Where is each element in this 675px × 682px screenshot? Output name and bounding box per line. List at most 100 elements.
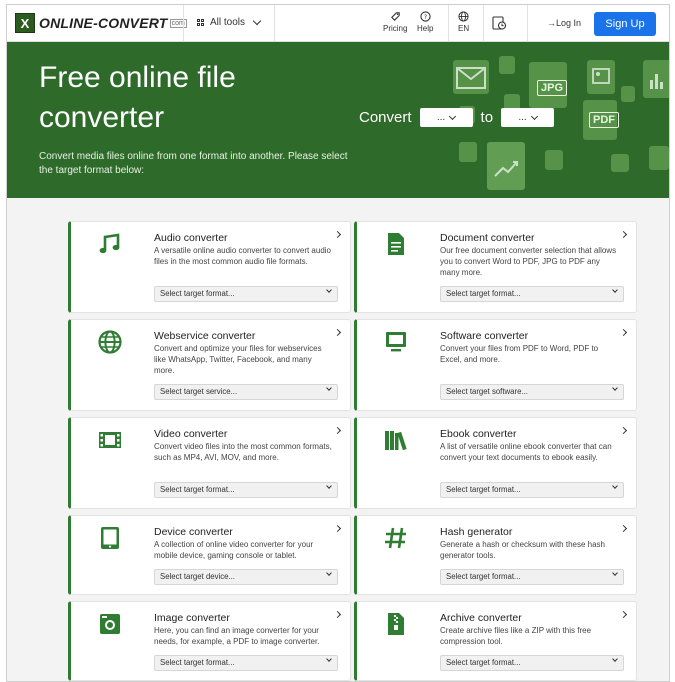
card-description: A collection of online video converter f… bbox=[154, 540, 314, 560]
chevron-right-icon[interactable] bbox=[619, 328, 628, 337]
card-title: Audio converter bbox=[154, 232, 228, 244]
converter-card-webservice[interactable]: Webservice converter Convert and optimiz… bbox=[68, 319, 351, 411]
converter-card-archive[interactable]: Archive converter Create archive files l… bbox=[354, 601, 637, 681]
converter-card-document[interactable]: Document converter Our free document con… bbox=[354, 221, 637, 313]
to-format-value: ... bbox=[518, 112, 527, 123]
select-placeholder: Select target format... bbox=[446, 658, 521, 667]
history-icon bbox=[491, 15, 507, 30]
chevron-down-icon bbox=[326, 287, 332, 293]
document-icon bbox=[383, 231, 409, 257]
card-description: A list of versatile online ebook convert… bbox=[440, 442, 612, 462]
target-device-select[interactable]: Select target device... bbox=[154, 569, 338, 585]
target-format-select[interactable]: Select target format... bbox=[440, 655, 624, 671]
from-format-value: ... bbox=[436, 112, 446, 123]
target-software-select[interactable]: Select target software... bbox=[440, 384, 624, 400]
converter-card-image[interactable]: Image converter Here, you can find an im… bbox=[68, 601, 351, 681]
target-format-select[interactable]: Select target format... bbox=[440, 286, 624, 302]
card-description: Here, you can find an image converter fo… bbox=[154, 626, 320, 646]
help-link[interactable]: ? Help bbox=[417, 11, 433, 33]
chevron-right-icon[interactable] bbox=[619, 230, 628, 239]
card-description: Our free document converter selection th… bbox=[440, 246, 617, 277]
card-title: Image converter bbox=[154, 612, 230, 624]
image-file-deco-icon bbox=[587, 60, 615, 94]
chevron-down-icon bbox=[326, 483, 332, 489]
divider bbox=[183, 5, 184, 42]
jpg-label: JPG bbox=[537, 80, 568, 96]
history-button[interactable] bbox=[491, 15, 507, 30]
chevron-right-icon[interactable] bbox=[333, 610, 342, 619]
converter-card-software[interactable]: Software converter Convert your files fr… bbox=[354, 319, 637, 411]
small-file-deco-icon bbox=[459, 142, 477, 162]
card-title: Document converter bbox=[440, 232, 535, 244]
login-icon: → bbox=[547, 18, 556, 28]
target-format-select[interactable]: Select target format... bbox=[154, 482, 338, 498]
card-description: Convert video files into the most common… bbox=[154, 442, 332, 462]
signup-button[interactable]: Sign Up bbox=[594, 12, 656, 36]
chevron-right-icon[interactable] bbox=[333, 328, 342, 337]
from-format-select[interactable]: ... bbox=[419, 108, 473, 127]
zip-file-icon bbox=[383, 611, 409, 637]
globe-icon bbox=[458, 11, 469, 24]
chevron-down-icon bbox=[326, 570, 332, 576]
chart-trend-deco-icon bbox=[487, 142, 525, 190]
logo-text: ONLINE-CONVERT bbox=[39, 15, 168, 31]
question-circle-icon: ? bbox=[417, 11, 433, 24]
convert-label: Convert bbox=[359, 109, 412, 126]
target-format-select[interactable]: Select target format... bbox=[154, 286, 338, 302]
converter-card-video[interactable]: Video converter Convert video files into… bbox=[68, 417, 351, 509]
chart-file-deco-icon bbox=[643, 60, 669, 98]
select-placeholder: Select target format... bbox=[160, 658, 235, 667]
converter-card-device[interactable]: Device converter A collection of online … bbox=[68, 515, 351, 595]
login-label: Log In bbox=[556, 18, 582, 28]
card-title: Software converter bbox=[440, 330, 529, 342]
select-placeholder: Select target format... bbox=[446, 572, 521, 581]
hash-icon bbox=[383, 525, 409, 551]
select-placeholder: Select target device... bbox=[160, 572, 235, 581]
chevron-down-icon bbox=[612, 287, 618, 293]
chevron-right-icon[interactable] bbox=[333, 524, 342, 533]
hero-subtitle: Convert media files online from one form… bbox=[39, 151, 348, 176]
target-format-select[interactable]: Select target format... bbox=[154, 655, 338, 671]
pricing-link[interactable]: Pricing bbox=[383, 11, 407, 33]
chevron-down-icon bbox=[612, 570, 618, 576]
select-placeholder: Select target format... bbox=[446, 485, 521, 494]
chevron-right-icon[interactable] bbox=[619, 524, 628, 533]
divider bbox=[527, 5, 528, 42]
language-label: EN bbox=[458, 24, 470, 33]
chevron-right-icon[interactable] bbox=[333, 426, 342, 435]
small-file-deco-icon bbox=[545, 150, 563, 170]
site-logo[interactable]: X ONLINE-CONVERT com bbox=[15, 13, 187, 33]
pdf-label: PDF bbox=[589, 112, 619, 128]
help-label: Help bbox=[417, 24, 434, 33]
chevron-right-icon[interactable] bbox=[333, 230, 342, 239]
card-description: Create archive files like a ZIP with thi… bbox=[440, 626, 592, 646]
chevron-down-icon bbox=[612, 385, 618, 391]
top-navigation-bar: X ONLINE-CONVERT com All tools Pricing ?… bbox=[7, 5, 669, 42]
login-link[interactable]: →Log In bbox=[547, 18, 581, 28]
quick-convert-row: Convert ... to ... bbox=[359, 108, 562, 127]
converter-card-hash[interactable]: Hash generator Generate a hash or checks… bbox=[354, 515, 637, 595]
chevron-down-icon bbox=[326, 385, 332, 391]
chevron-right-icon[interactable] bbox=[619, 610, 628, 619]
hero-title: Free online file converter bbox=[39, 61, 236, 134]
chevron-down-icon bbox=[612, 483, 618, 489]
card-title: Device converter bbox=[154, 526, 233, 538]
target-format-select[interactable]: Select target format... bbox=[440, 569, 624, 585]
svg-text:?: ? bbox=[424, 13, 427, 21]
chevron-right-icon[interactable] bbox=[619, 426, 628, 435]
language-selector[interactable]: EN bbox=[458, 11, 469, 33]
converter-card-ebook[interactable]: Ebook converter A list of versatile onli… bbox=[354, 417, 637, 509]
to-format-select[interactable]: ... bbox=[501, 108, 555, 127]
all-tools-menu[interactable]: All tools bbox=[197, 16, 262, 28]
divider bbox=[274, 5, 275, 42]
camera-icon bbox=[97, 611, 123, 637]
converter-card-audio[interactable]: Audio converter A versatile online audio… bbox=[68, 221, 351, 313]
target-service-select[interactable]: Select target service... bbox=[154, 384, 338, 400]
target-format-select[interactable]: Select target format... bbox=[440, 482, 624, 498]
small-file-deco-icon bbox=[621, 86, 635, 102]
select-placeholder: Select target format... bbox=[446, 289, 521, 298]
card-title: Webservice converter bbox=[154, 330, 256, 342]
all-tools-label: All tools bbox=[210, 17, 246, 28]
tablet-icon bbox=[97, 525, 123, 551]
divider bbox=[448, 5, 449, 42]
